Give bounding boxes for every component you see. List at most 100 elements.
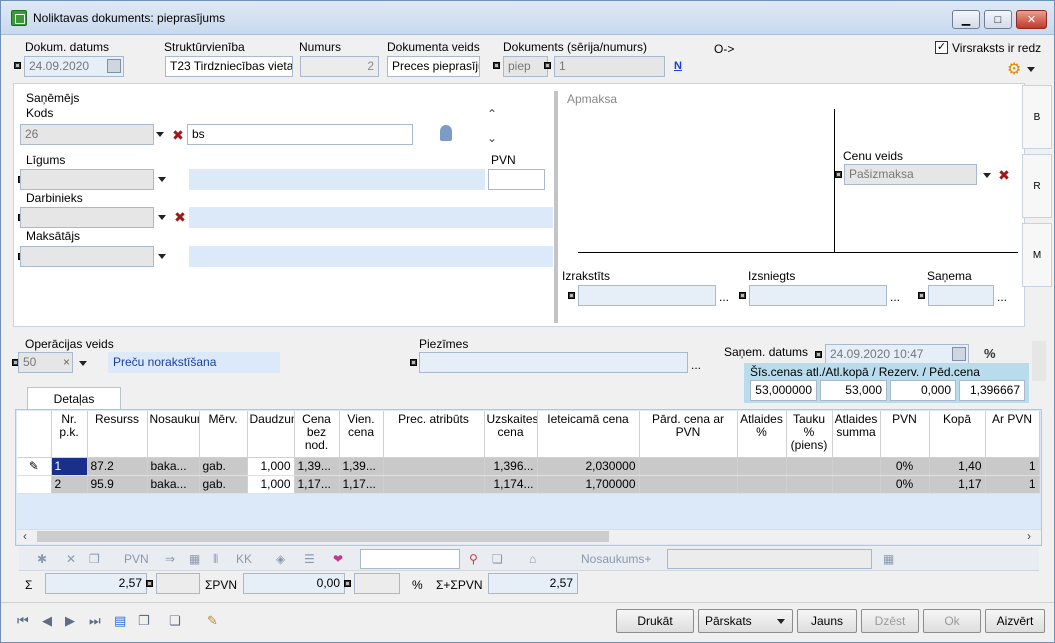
last-record-icon[interactable]: ⏭ [89,613,101,629]
table-cell[interactable]: 1,000 [247,475,295,494]
asterisk-icon[interactable]: ✱ [37,552,47,566]
table-cell[interactable] [737,457,787,476]
side-tab-r[interactable]: R [1022,154,1052,218]
copy-icon[interactable]: ❐ [89,552,100,566]
package-icon[interactable]: ◈ [276,552,285,566]
scroll-down-icon[interactable]: ⌄ [487,131,497,145]
table-cell[interactable]: 1,396... [484,457,538,476]
dzest-button[interactable]: Dzēst [861,609,919,633]
ligums-field[interactable] [20,169,154,190]
chevron-down-icon[interactable] [158,254,166,259]
table-cell[interactable]: 2,030000 [537,457,640,476]
table-cell[interactable] [383,475,485,494]
nosaukums-field[interactable] [667,549,872,569]
dokumenta-veids-field[interactable]: Preces pieprasījums [387,56,480,77]
sanema-ellipsis[interactable]: ... [997,290,1007,304]
maximize-button[interactable]: □ [984,10,1012,29]
izsniegts-field[interactable] [749,285,887,306]
column-header[interactable]: PVN [880,411,930,458]
sanema-field[interactable] [928,285,994,306]
vertical-scrollbar[interactable] [1032,341,1046,381]
copy-doc-icon[interactable]: ❏ [169,613,181,629]
chevron-down-icon[interactable] [1027,67,1035,72]
tag-icon[interactable]: ⌂ [529,552,536,566]
strukturvieniba-field[interactable]: T23 Tirdzniecības vieta [165,56,293,77]
gear-icon[interactable]: ⚙ [1007,59,1021,79]
table-cell[interactable] [832,475,881,494]
table-cell[interactable]: 1,39... [294,457,340,476]
clear-icon[interactable]: ✖ [173,210,187,224]
cenu-veids-field[interactable]: Pašizmaksa [844,164,977,185]
chevron-down-icon[interactable] [777,619,785,624]
table-cell[interactable]: 0% [880,457,930,476]
scroll-left-icon[interactable]: ‹ [23,529,27,543]
column-header[interactable]: Atlaides % [737,411,787,458]
clear-icon[interactable]: ✖ [997,168,1011,182]
nosaukums-plus-button[interactable]: Nosaukums+ [581,552,651,566]
heart-icon[interactable]: ❤ [333,552,343,566]
side-tab-b[interactable]: B [1022,85,1052,149]
side-tab-m[interactable]: M [1022,223,1052,287]
print-preview-icon[interactable]: ❐ [138,613,150,629]
grid-icon[interactable]: ▦ [883,552,894,566]
n-link[interactable]: N [674,60,682,72]
chevron-down-icon[interactable] [158,177,166,182]
sanem-datums-field[interactable]: 24.09.2020 10:47 [825,344,969,365]
calendar-icon[interactable] [107,59,121,73]
chevron-down-icon[interactable] [158,215,166,220]
column-header[interactable]: Tauku % (piens) [786,411,833,458]
table-cell[interactable]: baka... [147,457,200,476]
izrakstits-field[interactable] [578,285,716,306]
ok-button[interactable]: Ok [923,609,981,633]
column-header[interactable]: Resurss [87,411,148,458]
document-icon[interactable]: ▤ [114,613,126,629]
drukat-button[interactable]: Drukāt [616,609,694,633]
table-row[interactable]: ✎ 1 87.2 baka... gab. 1,000 1,39... 1,39… [17,457,1040,476]
table-cell[interactable] [639,475,738,494]
user-icon[interactable] [440,125,452,141]
table-cell[interactable] [786,475,833,494]
jauns-button[interactable]: Jauns [797,609,857,633]
table-cell[interactable]: 1,17 [929,475,986,494]
table-cell[interactable]: 1,700000 [537,475,640,494]
table-cell[interactable]: 87.2 [87,457,148,476]
serija-field[interactable]: piep [503,56,548,77]
table-cell[interactable] [639,457,738,476]
table-cell[interactable]: 1 [51,457,88,476]
izrakstits-ellipsis[interactable]: ... [719,290,729,304]
table-cell[interactable]: 1,40 [929,457,986,476]
table-cell[interactable]: baka... [147,475,200,494]
table-cell[interactable]: 2 [51,475,88,494]
table-cell[interactable]: 1 [985,457,1040,476]
table-cell[interactable]: gab. [199,475,248,494]
kods-name-field[interactable]: bs [187,124,413,145]
table-cell[interactable]: 1,39... [339,457,384,476]
scroll-up-icon[interactable]: ⌃ [487,107,497,121]
table-cell[interactable]: 1,000 [247,457,295,476]
minimize-button[interactable]: ▁ [952,10,980,29]
search-icon[interactable]: ⚲ [469,552,478,566]
attachment-icon[interactable]: ✎ [207,613,218,629]
first-record-icon[interactable]: ⏮ [17,613,29,629]
barcode-icon[interactable]: ⦀ [213,552,218,567]
table-cell[interactable]: 1 [985,475,1040,494]
column-header[interactable]: Ar PVN [985,411,1040,458]
table-cell[interactable]: 1,174... [484,475,538,494]
table-cell[interactable]: gab. [199,457,248,476]
column-header[interactable]: Pārd. cena ar PVN [639,411,738,458]
percent-icon[interactable]: % [984,346,996,361]
izsniegts-ellipsis[interactable]: ... [890,290,900,304]
table-cell[interactable]: 1,17... [339,475,384,494]
table-cell[interactable] [786,457,833,476]
piezimes-ellipsis[interactable]: ... [691,358,701,372]
book-icon[interactable]: ❏ [492,552,503,566]
piezimes-field[interactable] [419,352,688,373]
table-cell[interactable]: 95.9 [87,475,148,494]
table-cell[interactable] [383,457,485,476]
list-icon[interactable]: ☰ [304,552,315,566]
kods-field[interactable]: 26 [20,124,154,145]
maksatajs-field[interactable] [20,246,154,267]
chevron-down-icon[interactable] [79,361,87,366]
chevron-down-icon[interactable] [983,173,991,178]
kk-button[interactable]: KK [236,552,252,566]
